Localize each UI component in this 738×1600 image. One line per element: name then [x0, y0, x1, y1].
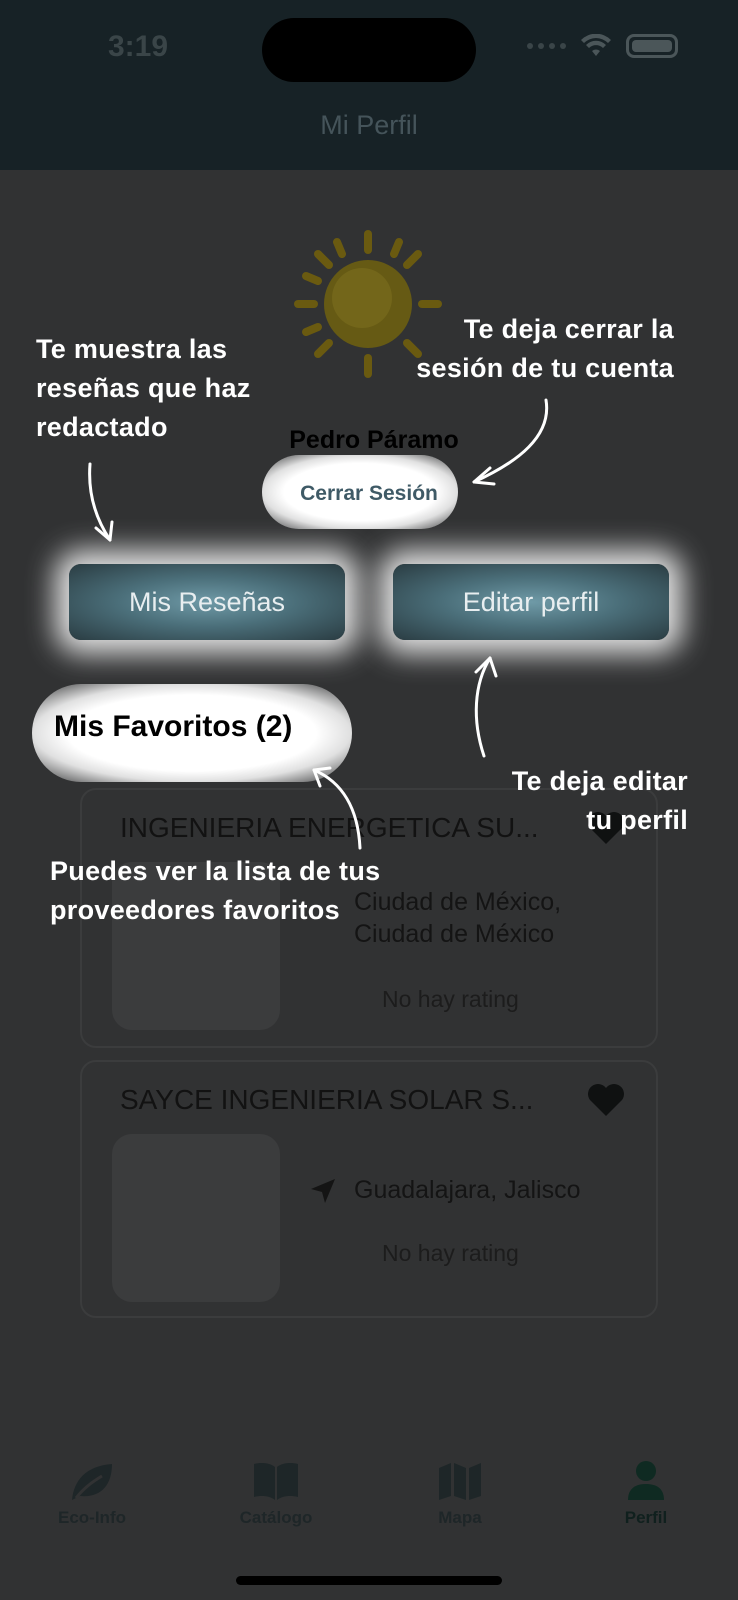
tab-label: Perfil: [624, 1508, 668, 1527]
annotation-favorites: Puedes ver la lista de tus proveedores f…: [50, 852, 380, 930]
edit-profile-button[interactable]: Editar perfil: [393, 564, 669, 640]
signal-icon: [527, 43, 566, 49]
provider-location-line2: Ciudad de México: [354, 920, 555, 948]
book-icon: [254, 1463, 298, 1500]
favorite-card[interactable]: SAYCE INGENIERIA SOLAR S... Guadalajara,…: [80, 1060, 658, 1318]
wifi-icon: [581, 34, 611, 56]
my-reviews-button[interactable]: Mis Reseñas: [69, 564, 345, 640]
annotation-line: Puedes ver la lista de tus: [50, 856, 381, 886]
heart-icon[interactable]: [586, 1082, 626, 1118]
status-time: 3:19: [108, 30, 169, 63]
page-title: Mi Perfil: [320, 110, 418, 140]
tab-mapa[interactable]: Mapa: [380, 1460, 540, 1528]
tab-label: Eco-Info: [58, 1508, 126, 1527]
annotation-line: Te deja cerrar la: [463, 314, 674, 344]
tab-label: Mapa: [438, 1508, 482, 1527]
provider-location-line1: Guadalajara, Jalisco: [354, 1176, 581, 1204]
home-indicator: [236, 1576, 502, 1585]
tab-catalogo[interactable]: Catálogo: [196, 1460, 356, 1528]
favorites-title: Mis Favoritos (2): [54, 710, 293, 743]
dynamic-island: [262, 18, 476, 82]
arrow-to-reviews-icon: [88, 462, 114, 542]
battery-icon: [626, 34, 678, 58]
tab-label: Catálogo: [239, 1508, 313, 1527]
annotation-edit: Te deja editar tu perfil: [512, 762, 688, 840]
provider-image: [112, 1134, 280, 1302]
annotation-reviews: Te muestra las reseñas que haz redactado: [36, 330, 251, 447]
map-icon: [439, 1463, 481, 1500]
leaf-icon: [72, 1464, 112, 1500]
provider-location-line1: Ciudad de México,: [354, 888, 562, 916]
top-header: 3:19 Mi Perfil: [0, 0, 738, 170]
arrow-to-favorites-icon: [312, 766, 362, 850]
status-icons: [527, 34, 678, 58]
tab-perfil[interactable]: Perfil: [566, 1460, 726, 1528]
annotation-logout: Te deja cerrar la sesión de tu cuenta: [416, 310, 674, 388]
arrow-to-logout-icon: [472, 398, 549, 486]
annotation-line: redactado: [36, 412, 168, 442]
arrow-to-edit-icon: [474, 656, 498, 758]
provider-name: SAYCE INGENIERIA SOLAR S...: [120, 1084, 534, 1115]
person-icon: [628, 1461, 664, 1500]
annotation-line: Te deja editar: [511, 766, 688, 796]
tab-eco-info[interactable]: Eco-Info: [12, 1460, 172, 1528]
provider-rating: No hay rating: [382, 1240, 519, 1266]
annotation-line: proveedores favoritos: [50, 895, 340, 925]
provider-rating: No hay rating: [382, 986, 519, 1012]
annotation-line: sesión de tu cuenta: [416, 353, 674, 383]
annotation-line: tu perfil: [586, 805, 688, 835]
annotation-line: reseñas que haz: [36, 373, 251, 403]
annotation-line: Te muestra las: [36, 334, 228, 364]
location-arrow-icon: [311, 1179, 335, 1203]
